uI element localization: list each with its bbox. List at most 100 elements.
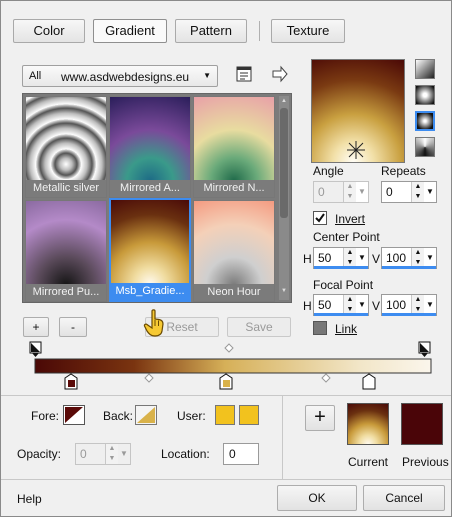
spin-arrows-icon[interactable]: ▲ ▼ [411,182,424,202]
focal-h-spinner[interactable]: 50 ▲ ▼ ▼ [313,294,369,316]
library-filter-value: All [29,70,42,82]
remove-gradient-label: - [71,320,75,334]
location-input[interactable]: 0 [223,443,259,465]
spin-arrows-icon[interactable]: ▲ ▼ [343,182,356,202]
invert-checkbox[interactable] [313,211,327,225]
user-color-swatch-2[interactable] [239,405,259,425]
add-swatch-button[interactable]: + [305,405,335,431]
previous-label: Previous [402,455,449,469]
gradient-swatch [111,200,189,284]
angle-spinner[interactable]: 0 ▲ ▼ ▼ [313,181,369,203]
tab-texture[interactable]: Texture [271,19,345,43]
repeats-spinner[interactable]: 0 ▲ ▼ ▼ [381,181,437,203]
add-gradient-button[interactable]: + [23,317,49,337]
value-bar [314,266,368,269]
cancel-button[interactable]: Cancel [363,485,445,511]
repeats-label: Repeats [381,164,426,178]
save-button[interactable]: Save [227,317,291,337]
gradient-preview[interactable] [311,59,405,163]
opacity-stop-right[interactable] [418,341,431,357]
chevron-down-icon[interactable]: ▼ [356,248,368,268]
gradient-thumb-mirrored-n[interactable]: Mirrored N... [193,96,275,198]
gradient-swatch [194,201,274,285]
gradient-swatch [26,201,106,285]
sunburst-style-icon[interactable] [415,111,435,131]
tab-gradient[interactable]: Gradient [93,19,167,43]
scrollbar-thumb[interactable] [280,108,288,218]
tab-divider [259,21,260,41]
radial-style-icon[interactable] [415,137,435,157]
gradient-thumb-mirrored-a[interactable]: Mirrored A... [109,96,191,198]
gradient-library-dropdown[interactable]: All www.asdwebdesigns.eu ▼ [22,65,218,87]
link-checkbox[interactable] [313,321,327,335]
gradient-swatch [26,97,106,181]
color-stop-left[interactable] [64,373,78,390]
spin-arrows-icon[interactable]: ▲ ▼ [343,248,356,268]
linear-style-icon[interactable] [415,59,435,79]
opacity-stop-left[interactable] [29,341,42,357]
remove-gradient-button[interactable]: - [59,317,87,337]
spin-arrows-icon[interactable]: ▲ ▼ [411,248,424,268]
fore-color-icon[interactable] [63,405,85,425]
gradient-swatch [194,97,274,181]
color-stop-right[interactable] [362,373,376,390]
rectangular-style-icon[interactable] [415,85,435,105]
color-midpoint-marker[interactable] [144,373,154,383]
current-label: Current [348,455,389,469]
center-v-spinner[interactable]: 100 ▲ ▼ ▼ [381,247,437,269]
gradient-thumb-metallic-silver[interactable]: Metallic silver [25,96,107,198]
tab-pattern[interactable]: Pattern [175,19,247,43]
gradient-editor[interactable] [29,341,439,391]
gradient-thumb-neon-hour[interactable]: Neon Hour [193,200,275,302]
tab-gradient-label: Gradient [105,23,155,38]
focal-v-value: 100 [386,298,407,312]
add-swatch-label: + [314,406,326,428]
spin-arrows-icon[interactable]: ▲ ▼ [411,295,424,315]
gradient-thumb-label: Mirrored N... [194,180,274,197]
chevron-down-icon: ▼ [203,71,211,80]
color-stop-middle[interactable] [219,373,233,390]
hand-pointer-icon [143,309,165,337]
scroll-down-icon[interactable]: ▼ [280,288,288,294]
gradient-thumb-label: Mirrored A... [110,180,190,197]
fore-label: Fore: [31,409,60,423]
color-midpoint-marker[interactable] [321,373,331,383]
checkmark-icon [315,213,325,223]
spin-arrows-icon[interactable]: ▲ ▼ [343,295,356,315]
focal-v-spinner[interactable]: 100 ▲ ▼ ▼ [381,294,437,316]
chevron-down-icon[interactable]: ▼ [356,182,368,202]
current-swatch[interactable] [347,403,389,445]
invert-label: Invert [335,212,366,226]
chevron-down-icon[interactable]: ▼ [424,248,436,268]
chevron-down-icon[interactable]: ▼ [356,295,368,315]
tab-color[interactable]: Color [13,19,85,43]
back-color-icon[interactable] [135,405,157,425]
arrow-right-icon[interactable] [271,65,289,83]
library-manager-icon[interactable] [235,65,253,83]
gradient-grid-scrollbar[interactable]: ▲ ▼ [279,96,289,300]
center-point-crosshair-icon[interactable] [346,140,366,160]
add-gradient-label: + [32,320,40,334]
user-color-swatch[interactable] [215,405,235,425]
scroll-up-icon[interactable]: ▲ [280,98,288,104]
chevron-down-icon[interactable]: ▼ [118,444,130,464]
gradient-thumb-mirrored-pu[interactable]: Mirrored Pu... [25,200,107,302]
location-value: 0 [229,447,236,461]
opacity-spinner[interactable]: 0 ▲ ▼ ▼ [75,443,131,465]
section-divider [282,395,283,479]
chevron-down-icon[interactable]: ▼ [424,295,436,315]
spin-arrows-icon[interactable]: ▲ ▼ [105,444,118,464]
gradient-swatch [110,97,190,181]
gradient-thumb-msb-gradient[interactable]: Msb_Gradie... [109,198,191,302]
chevron-down-icon[interactable]: ▼ [424,182,436,202]
ok-button[interactable]: OK [277,485,357,511]
focal-v-label: V [372,299,381,313]
help-link[interactable]: Help [17,492,42,506]
focal-point-label: Focal Point [313,278,374,292]
center-h-spinner[interactable]: 50 ▲ ▼ ▼ [313,247,369,269]
opacity-label: Opacity: [17,447,62,461]
previous-swatch[interactable] [401,403,443,445]
opacity-midpoint-marker[interactable] [224,343,234,353]
repeats-value: 0 [386,185,393,199]
tab-pattern-label: Pattern [190,23,232,38]
